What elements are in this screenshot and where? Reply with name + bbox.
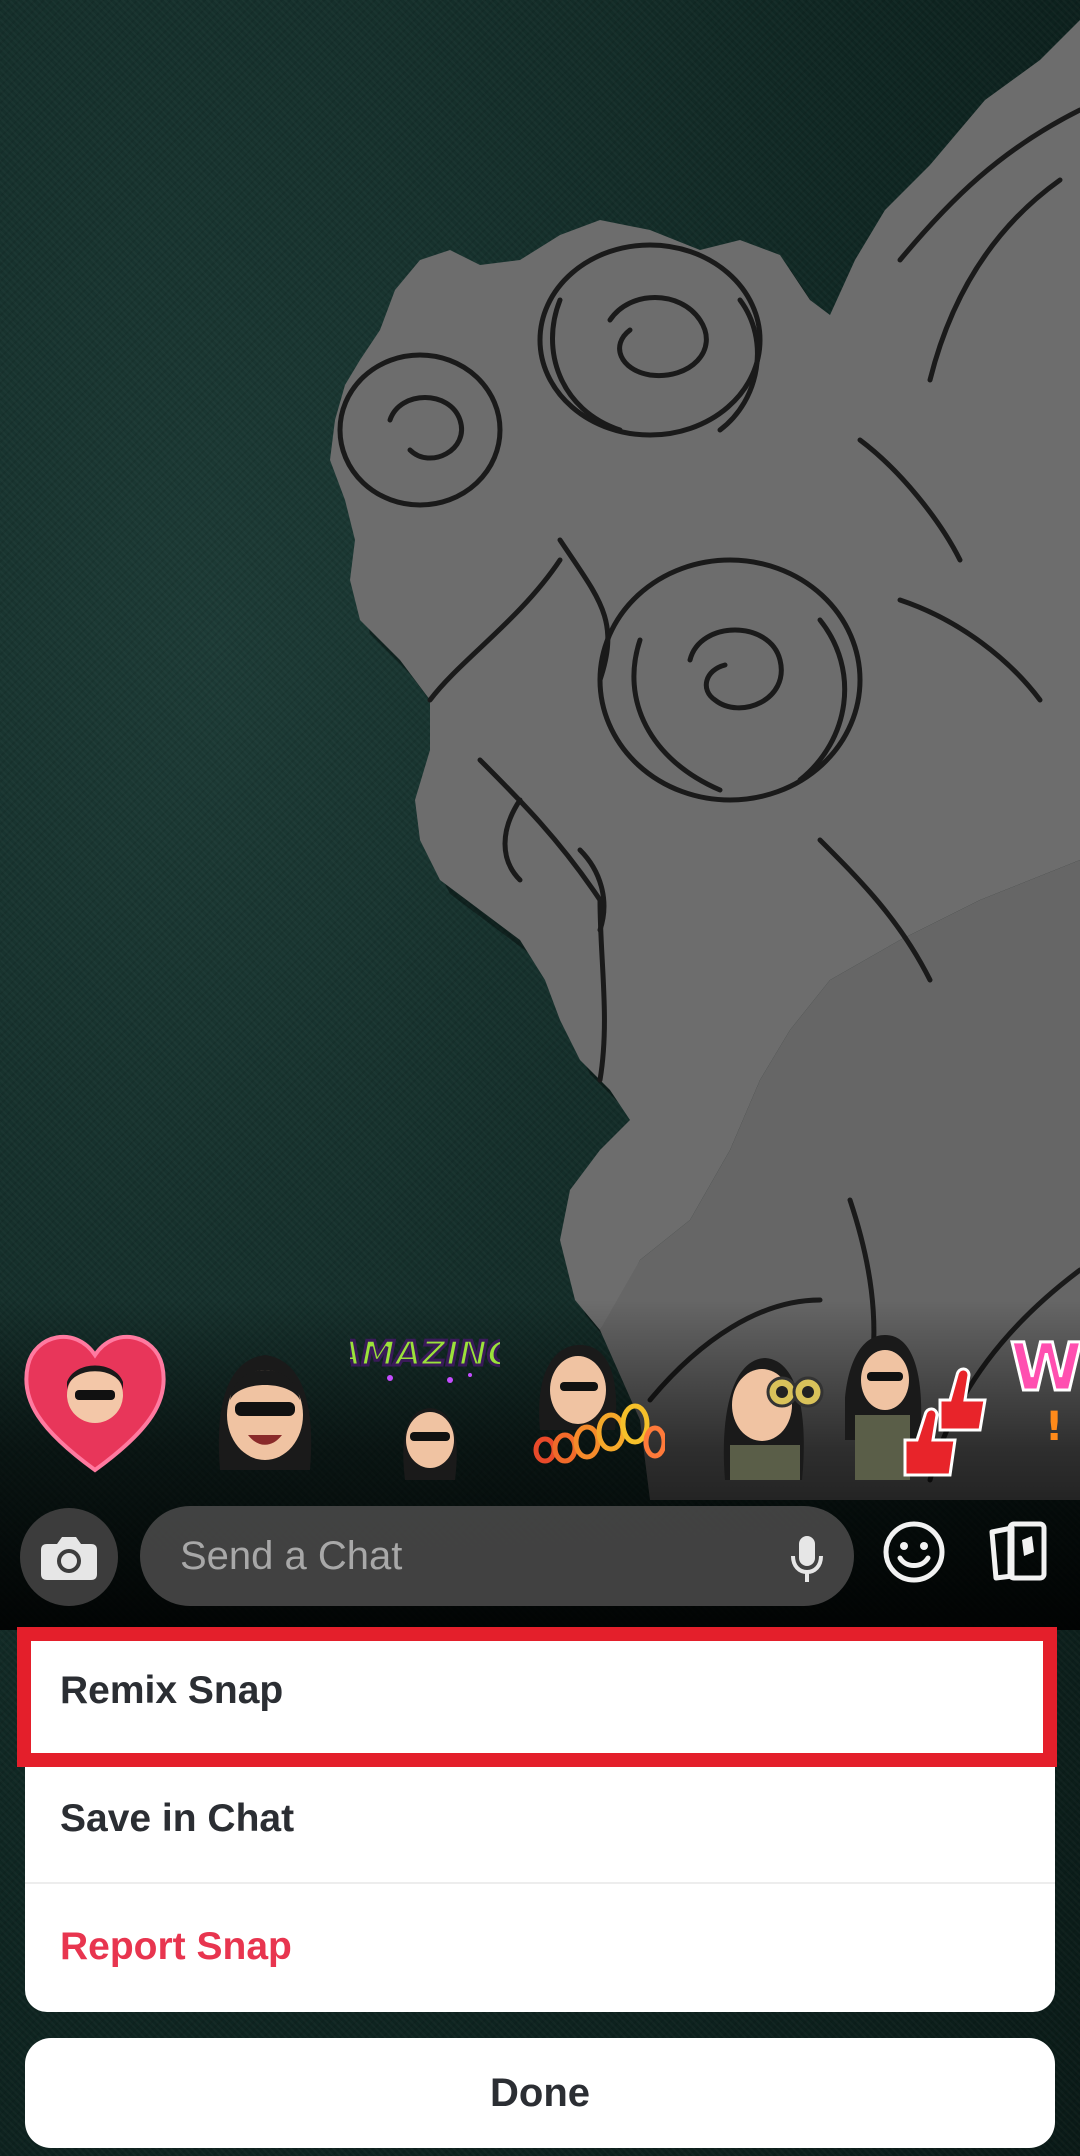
thumbs-up-bitmoji-sticker[interactable] <box>844 1320 995 1480</box>
done-button[interactable]: Done <box>25 2038 1055 2148</box>
binoculars-bitmoji-sticker[interactable] <box>690 1320 840 1480</box>
heart-bitmoji-sticker[interactable] <box>20 1320 170 1480</box>
highlight-box <box>17 1627 1057 1767</box>
report-snap-label: Report Snap <box>60 1925 292 1968</box>
ooo-bitmoji-sticker[interactable] <box>515 1320 667 1480</box>
svg-text:!: ! <box>1045 1404 1063 1450</box>
save-in-chat-label: Save in Chat <box>60 1797 295 1840</box>
chat-input[interactable]: Send a Chat <box>140 1506 854 1606</box>
camera-icon <box>41 1537 97 1580</box>
sticker-cards-icon[interactable] <box>982 1518 1052 1586</box>
sticker-suggestions: AMAZING <box>0 1320 1080 1480</box>
save-in-chat-option[interactable]: Save in Chat <box>25 1756 1055 1882</box>
microphone-icon[interactable] <box>790 1534 824 1584</box>
svg-text:WO: WO <box>1010 1329 1080 1406</box>
report-snap-option[interactable]: Report Snap <box>25 1884 1055 2010</box>
smiley-icon[interactable] <box>880 1518 948 1586</box>
chat-bar: Send a Chat <box>0 1500 1080 1612</box>
svg-text:AMAZING: AMAZING <box>350 1334 500 1374</box>
amazing-bitmoji-sticker[interactable]: AMAZING <box>330 1320 517 1480</box>
wow-bitmoji-sticker[interactable]: WO ! <box>1005 1320 1080 1480</box>
done-label: Done <box>490 2070 590 2115</box>
camera-button[interactable] <box>20 1508 118 1606</box>
smiling-bitmoji-sticker[interactable] <box>190 1320 340 1480</box>
chat-input-placeholder: Send a Chat <box>180 1533 403 1578</box>
